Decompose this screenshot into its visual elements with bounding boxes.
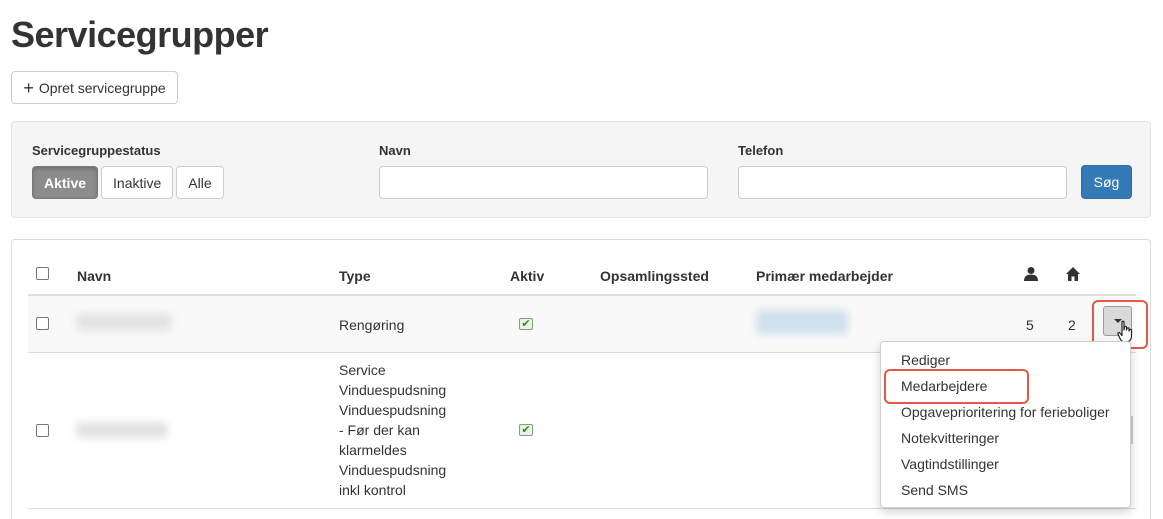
name-input[interactable] [379,166,708,199]
redacted-name [76,314,172,330]
phone-filter-label: Telefon [738,143,784,158]
page-title: Servicegrupper [11,14,269,55]
filter-panel: Servicegruppestatus Aktive Inaktive Alle… [11,121,1151,218]
status-filter-label: Servicegruppestatus [32,143,161,158]
redacted-name [76,422,168,438]
check-icon: ✔ [519,318,533,330]
row-actions-dropdown-toggle-edge [1131,416,1133,444]
menu-item-send-sms[interactable]: Send SMS [881,477,1130,503]
row-divider [28,508,1136,509]
row-checkbox[interactable] [36,317,49,330]
column-header-type[interactable]: Type [339,268,371,284]
create-servicegroup-label: Opret servicegruppe [38,79,166,96]
column-header-pickup-location[interactable]: Opsamlingssted [600,268,709,284]
row-employee-count: 5 [1026,317,1034,333]
status-all-button[interactable]: Alle [176,166,224,199]
menu-item-shift-settings[interactable]: Vagtindstillinger [881,451,1130,477]
row-type: Service Vinduespudsning Vinduespudsning … [339,362,447,498]
name-filter-label: Navn [379,143,411,158]
row-checkbox[interactable] [36,424,49,437]
highlight-menu-item-employees [884,369,1029,404]
home-icon [1066,267,1080,281]
column-header-name[interactable]: Navn [77,268,111,284]
column-header-primary-employee[interactable]: Primær medarbejder [756,268,893,284]
row-home-count: 2 [1068,317,1076,333]
status-inactive-button[interactable]: Inaktive [101,166,174,199]
status-toggle-group: Aktive Inaktive Alle [32,166,224,199]
plus-icon: + [23,77,34,98]
check-icon: ✔ [519,424,533,436]
row-type: Rengøring [339,317,405,333]
menu-item-note-receipts[interactable]: Notekvitteringer [881,425,1130,451]
status-active-button[interactable]: Aktive [32,166,99,199]
select-all-checkbox[interactable] [36,267,49,280]
search-button[interactable]: Søg [1081,165,1132,199]
user-icon [1024,267,1038,281]
phone-input[interactable] [738,166,1067,199]
column-header-active[interactable]: Aktiv [510,268,544,284]
row-actions-menu: Rediger Medarbejdere Opgaveprioritering … [880,341,1131,508]
create-servicegroup-button[interactable]: + Opret servicegruppe [11,71,178,104]
redacted-primary-employee [756,310,848,334]
